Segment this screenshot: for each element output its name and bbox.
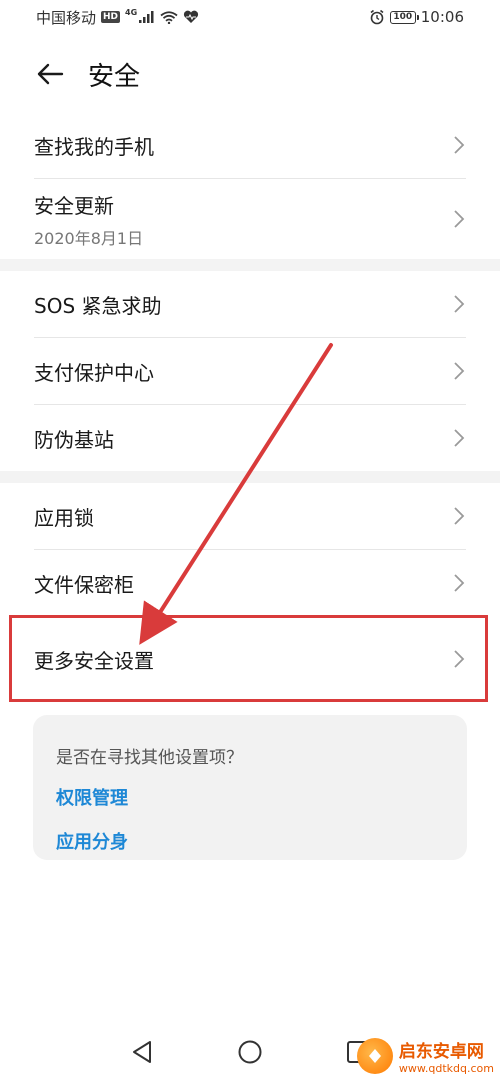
- suggestion-card: 是否在寻找其他设置项？ 权限管理 应用分身: [33, 715, 467, 860]
- battery-level: 100: [393, 12, 413, 22]
- chevron-right-icon: [454, 429, 465, 447]
- back-arrow-icon[interactable]: [34, 58, 66, 90]
- divider: [34, 616, 466, 617]
- chevron-right-icon: [454, 210, 465, 228]
- hd-badge: HD: [101, 11, 121, 23]
- battery-icon: 100: [389, 10, 419, 24]
- row-find-my-phone[interactable]: 查找我的手机: [0, 112, 500, 178]
- link-app-twin[interactable]: 应用分身: [56, 828, 467, 854]
- signal-icon: [139, 11, 154, 23]
- chevron-right-icon: [454, 362, 465, 380]
- chevron-right-icon: [454, 574, 465, 592]
- alarm-icon: [370, 9, 384, 25]
- app-header: 安全: [0, 44, 500, 104]
- status-bar: 中国移动 HD 4G 100 10:06: [0, 0, 500, 34]
- row-app-lock[interactable]: 应用锁: [0, 483, 500, 549]
- section-separator: [0, 259, 500, 271]
- watermark-name: 启东安卓网: [398, 1042, 484, 1062]
- nav-back-icon[interactable]: [127, 1037, 157, 1067]
- watermark: 启东安卓网 www.qdtkdq.com: [356, 1037, 494, 1075]
- row-label: 支付保护中心: [34, 360, 154, 385]
- network-type: 4G: [125, 7, 138, 17]
- link-permission-management[interactable]: 权限管理: [56, 784, 467, 810]
- row-label: 应用锁: [34, 505, 94, 530]
- wifi-icon: [160, 10, 178, 24]
- row-label: 更多安全设置: [34, 648, 154, 673]
- row-sos[interactable]: SOS 紧急求助: [0, 271, 500, 337]
- row-file-safe[interactable]: 文件保密柜: [0, 550, 500, 616]
- chevron-right-icon: [454, 650, 465, 668]
- watermark-url: www.qdtkdq.com: [398, 1062, 494, 1075]
- carrier-name: 中国移动: [36, 8, 97, 27]
- row-more-security-settings[interactable]: 更多安全设置: [0, 626, 500, 692]
- chevron-right-icon: [454, 295, 465, 313]
- row-subtitle: 2020年8月1日: [34, 228, 144, 248]
- row-label: 文件保密柜: [34, 572, 134, 597]
- row-label: 查找我的手机: [34, 134, 154, 159]
- section-separator: [0, 471, 500, 483]
- suggestion-question: 是否在寻找其他设置项？: [56, 748, 243, 768]
- health-heart-icon: [184, 10, 199, 23]
- row-fake-base-station[interactable]: 防伪基站: [0, 405, 500, 471]
- row-payment-protection[interactable]: 支付保护中心: [0, 338, 500, 404]
- chevron-right-icon: [454, 507, 465, 525]
- clock: 10:06: [420, 8, 464, 26]
- status-right: 100 10:06: [369, 8, 464, 26]
- nav-home-icon[interactable]: [235, 1037, 265, 1067]
- row-label: SOS 紧急求助: [34, 293, 162, 318]
- row-label: 安全更新: [34, 193, 114, 218]
- watermark-logo-icon: [356, 1038, 393, 1074]
- row-security-update[interactable]: 安全更新 2020年8月1日: [0, 179, 500, 259]
- status-left: 中国移动 HD 4G: [36, 7, 199, 28]
- row-label: 防伪基站: [34, 427, 114, 452]
- page-title: 安全: [88, 61, 141, 92]
- chevron-right-icon: [454, 136, 465, 154]
